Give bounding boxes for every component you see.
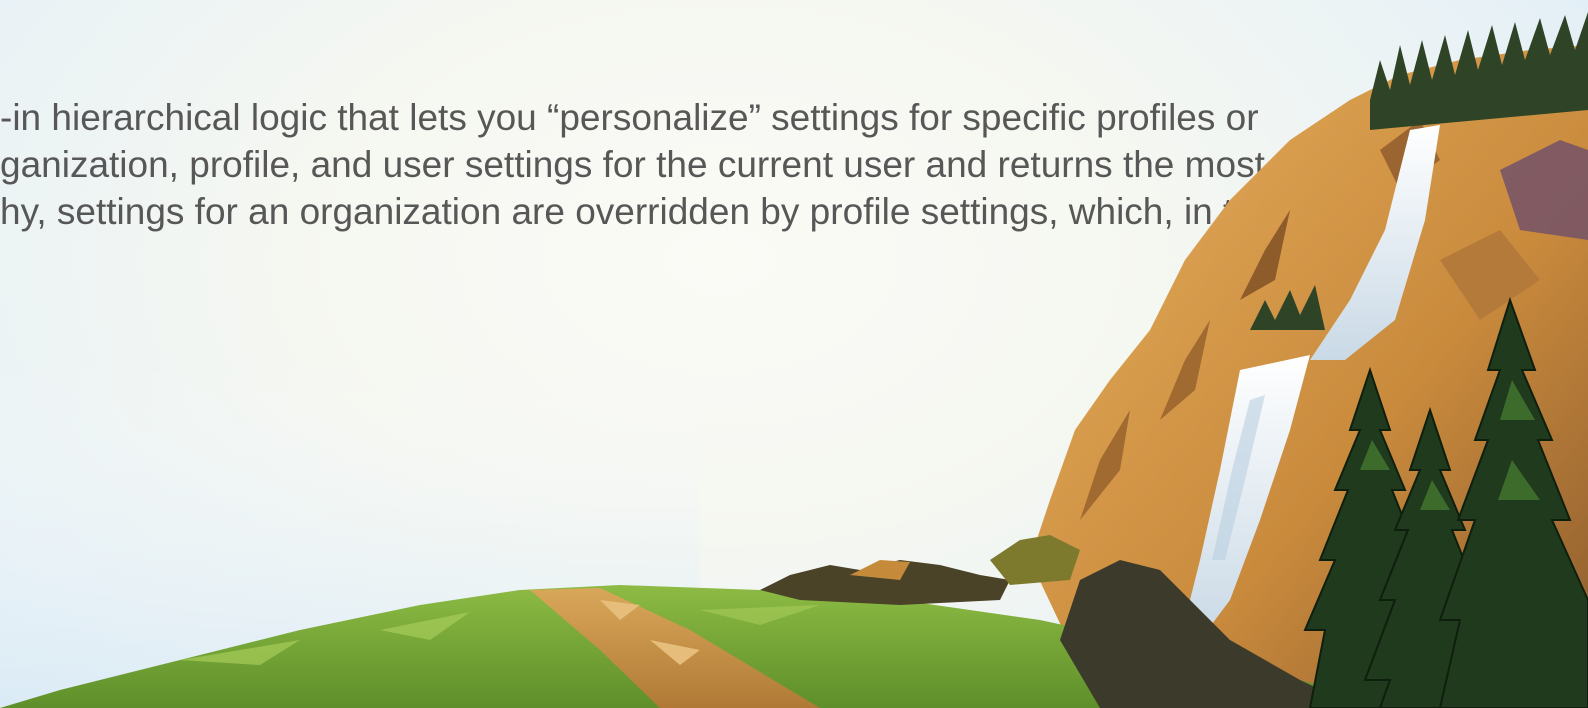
- body-line: -in hierarchical logic that lets you “pe…: [0, 97, 1259, 138]
- body-line: ganization, profile, and user settings f…: [0, 144, 1265, 185]
- slide-body-text: -in hierarchical logic that lets you “pe…: [0, 94, 1588, 235]
- body-line: hy, settings for an organization are ove…: [0, 191, 1361, 232]
